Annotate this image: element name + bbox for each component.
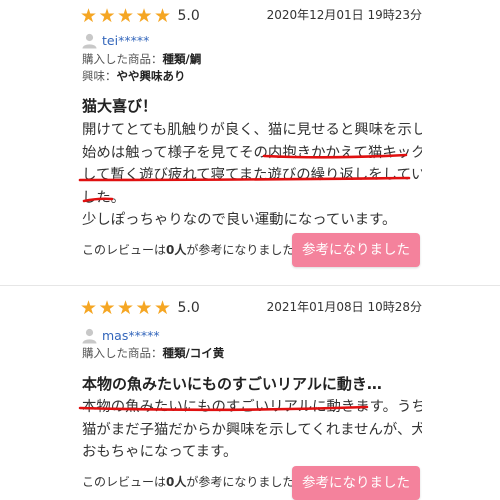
helpful-button[interactable]: 参考になりました bbox=[292, 466, 420, 500]
user-avatar-icon bbox=[82, 328, 97, 344]
username[interactable]: mas***** bbox=[102, 328, 160, 344]
helpful-prefix: このレビューは bbox=[82, 243, 167, 257]
reviewer[interactable]: tei***** bbox=[81, 32, 149, 49]
product-label: 購入した商品： bbox=[82, 346, 163, 360]
interest-label: 興味： bbox=[82, 69, 117, 83]
helpful-count: 0人 bbox=[166, 243, 187, 257]
product-value: 種類/鯛 bbox=[162, 52, 202, 66]
review-body-line: して暫く遊び疲れて寝てまた遊びの繰り返しをしていま bbox=[82, 167, 422, 183]
star-icon: ★ bbox=[154, 297, 172, 319]
review-body-line: おもちゃになってます。 bbox=[82, 444, 238, 460]
helpful-button[interactable]: 参考になりました bbox=[292, 233, 420, 267]
helpful-count-text: このレビューは0人が参考になりました bbox=[82, 474, 294, 490]
helpful-count-text: このレビューは0人が参考になりました bbox=[82, 242, 294, 258]
star-icon: ★ bbox=[98, 5, 116, 27]
rating-value: 5.0 bbox=[177, 300, 200, 316]
review-body-line: 始めは触って様子を見てその内抱きかかえて猫キックを bbox=[82, 144, 422, 161]
review-date: 2020年12月01日 19時23分 bbox=[266, 8, 422, 22]
review-title: 本物の魚みたいにものすごいリアルに動き… bbox=[82, 375, 382, 393]
review-body-line: した。 bbox=[82, 189, 126, 206]
star-icon: ★ bbox=[154, 5, 172, 27]
interest-value: やや興味あり bbox=[116, 69, 186, 83]
review-body-line: 猫がまだ子猫だからか興味を示してくれませんが、犬の bbox=[82, 421, 422, 438]
review-body-line: 本物の魚みたいにものすごいリアルに動きます。うちの bbox=[82, 399, 422, 415]
star-icon: ★ bbox=[135, 297, 153, 319]
star-icon: ★ bbox=[135, 5, 153, 27]
helpful-count: 0人 bbox=[166, 475, 187, 489]
review-body-line: 開けてとても肌触りが良く、猫に見せると興味を示して bbox=[82, 122, 422, 138]
product-label: 購入した商品： bbox=[82, 52, 163, 66]
star-icon: ★ bbox=[117, 297, 135, 319]
review-divider bbox=[0, 285, 500, 286]
review-title: 猫大喜び！ bbox=[82, 97, 158, 115]
star-icon: ★ bbox=[80, 5, 98, 27]
review-card-1: ★ ★ ★ ★ ★ 5.0 2020年12月01日 19時23分 tei****… bbox=[0, 0, 500, 282]
helpful-prefix: このレビューは bbox=[82, 475, 167, 489]
purchased-product: 購入した商品：種類/コイ黄 bbox=[82, 346, 224, 361]
review-card-2: ★ ★ ★ ★ ★ 5.0 2021年01月08日 10時28分 mas****… bbox=[0, 292, 500, 500]
product-value: 種類/コイ黄 bbox=[162, 346, 225, 360]
review-body: 本物の魚みたいにものすごいリアルに動きます。うちの 猫がまだ子猫だからか興味を示… bbox=[82, 396, 422, 464]
star-icon: ★ bbox=[98, 297, 116, 319]
star-icon: ★ bbox=[80, 297, 98, 319]
rating-value: 5.0 bbox=[177, 8, 200, 24]
helpful-suffix: が参考になりました bbox=[186, 475, 295, 489]
username[interactable]: tei***** bbox=[102, 33, 149, 49]
reviewer[interactable]: mas***** bbox=[81, 327, 160, 344]
purchased-product: 購入した商品：種類/鯛 bbox=[82, 52, 201, 67]
star-icon: ★ bbox=[117, 5, 135, 27]
review-body: 開けてとても肌触りが良く、猫に見せると興味を示して 始めは触って様子を見てその内… bbox=[82, 119, 422, 232]
review-date: 2021年01月08日 10時28分 bbox=[266, 300, 422, 314]
interest-level: 興味：やや興味あり bbox=[82, 69, 186, 84]
review-body-line: 少しぽっちゃりなので良い運動になっています。 bbox=[82, 212, 397, 228]
helpful-suffix: が参考になりました bbox=[186, 243, 295, 257]
user-avatar-icon bbox=[82, 33, 97, 49]
star-rating: ★ ★ ★ ★ ★ 5.0 bbox=[80, 6, 200, 26]
star-rating: ★ ★ ★ ★ ★ 5.0 bbox=[80, 298, 200, 318]
